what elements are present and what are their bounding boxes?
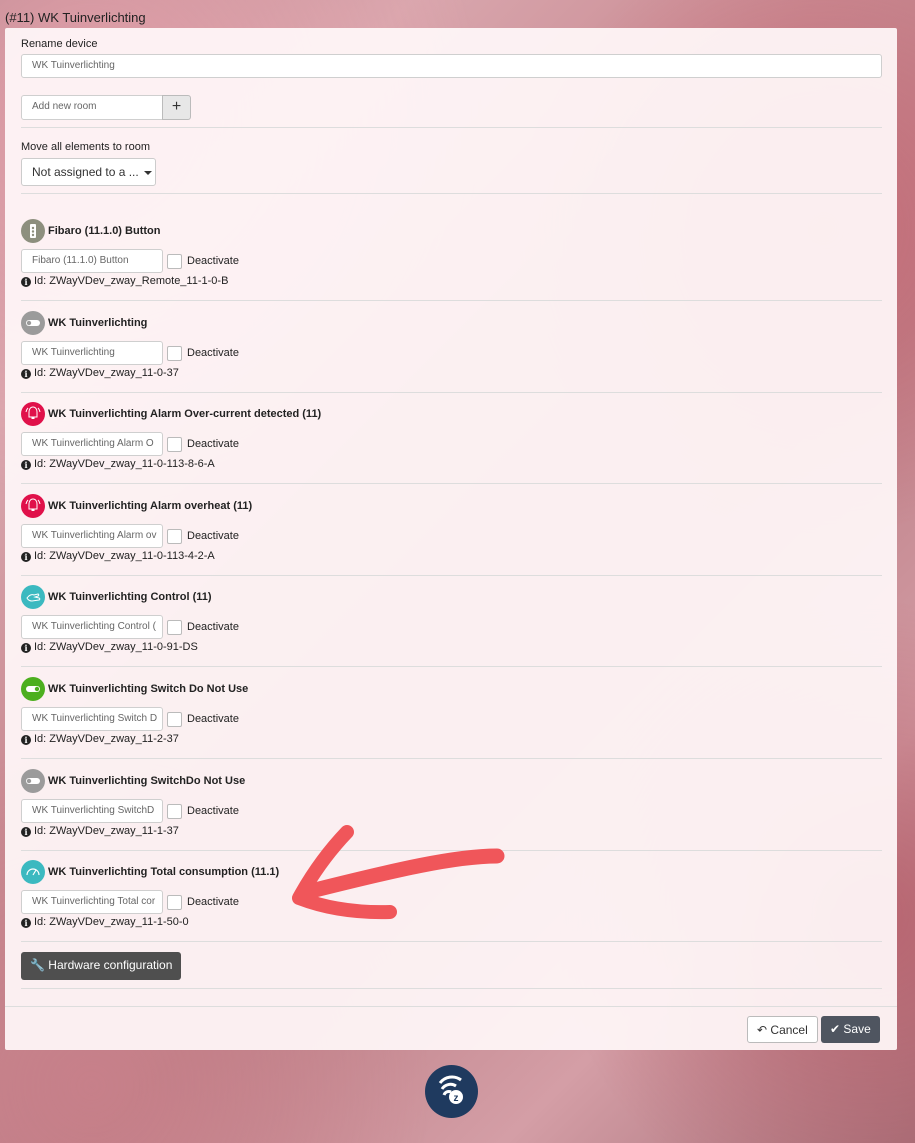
device-name-input[interactable]: WK Tuinverlichting Control (	[21, 615, 163, 639]
device-id: i Id: ZWayVDev_zway_11-1-37	[21, 825, 179, 837]
deactivate-checkbox[interactable]	[167, 804, 182, 819]
info-icon: i	[21, 369, 31, 379]
deactivate-label: Deactivate	[187, 255, 239, 267]
device-name-input[interactable]: WK Tuinverlichting Alarm O	[21, 432, 163, 456]
device-name-input[interactable]: WK Tuinverlichting	[21, 341, 163, 365]
room-select-value: Not assigned to a ...	[32, 165, 139, 179]
device-title: Fibaro (11.1.0) Button	[48, 225, 161, 237]
device-name-input[interactable]: WK Tuinverlichting Alarm ov	[21, 524, 163, 548]
device-name-input[interactable]: WK Tuinverlichting SwitchD	[21, 799, 163, 823]
deactivate-checkbox[interactable]	[167, 712, 182, 727]
info-icon: i	[21, 643, 31, 653]
deactivate-label: Deactivate	[187, 805, 239, 817]
footer-divider	[5, 1006, 897, 1007]
divider	[21, 193, 882, 194]
device-name-input[interactable]: Fibaro (11.1.0) Button	[21, 249, 163, 273]
zway-logo-icon: z	[425, 1065, 478, 1118]
deactivate-label: Deactivate	[187, 347, 239, 359]
device-id: i Id: ZWayVDev_zway_11-0-91-DS	[21, 641, 198, 653]
meter-icon	[21, 860, 45, 884]
control-hand-icon	[21, 585, 45, 609]
rename-device-input[interactable]: WK Tuinverlichting	[21, 54, 882, 78]
window-title: (#11) WK Tuinverlichting	[5, 10, 146, 25]
deactivate-checkbox[interactable]	[167, 346, 182, 361]
device-id: i Id: ZWayVDev_zway_11-0-113-4-2-A	[21, 550, 215, 562]
info-icon: i	[21, 918, 31, 928]
deactivate-label: Deactivate	[187, 713, 239, 725]
switch-off-icon	[21, 769, 45, 793]
hardware-configuration-label: Hardware configuration	[48, 958, 173, 972]
device-title: WK Tuinverlichting Total consumption (11…	[48, 866, 280, 878]
device-id: i Id: ZWayVDev_zway_Remote_11-1-0-B	[21, 275, 228, 287]
check-icon: ✔	[830, 1022, 841, 1036]
device-title: WK Tuinverlichting Alarm overheat (11)	[48, 500, 253, 512]
annotation-arrow-icon	[292, 825, 505, 920]
cancel-label: Cancel	[770, 1023, 808, 1037]
deactivate-checkbox[interactable]	[167, 529, 182, 544]
room-select[interactable]: Not assigned to a ...	[21, 158, 156, 186]
move-room-label: Move all elements to room	[21, 141, 150, 153]
device-id-text: Id: ZWayVDev_zway_11-0-113-8-6-A	[34, 458, 215, 470]
divider	[21, 758, 882, 759]
device-id-text: Id: ZWayVDev_zway_11-1-50-0	[34, 916, 189, 928]
device-name-input[interactable]: WK Tuinverlichting Switch D	[21, 707, 163, 731]
switch-on-icon	[21, 677, 45, 701]
save-button[interactable]: ✔ Save	[821, 1016, 880, 1043]
add-room-input[interactable]: Add new room	[21, 95, 163, 120]
divider	[21, 392, 882, 393]
alarm-icon	[21, 494, 45, 518]
deactivate-label: Deactivate	[187, 896, 239, 908]
divider	[21, 988, 882, 989]
divider	[21, 666, 882, 667]
hardware-configuration-button[interactable]: 🔧 Hardware configuration	[21, 952, 182, 980]
device-id: i Id: ZWayVDev_zway_11-1-50-0	[21, 916, 189, 928]
divider	[21, 941, 882, 942]
device-id-text: Id: ZWayVDev_zway_Remote_11-1-0-B	[34, 275, 229, 287]
device-title: WK Tuinverlichting	[48, 317, 148, 329]
deactivate-checkbox[interactable]	[167, 437, 182, 452]
device-title: WK Tuinverlichting Switch Do Not Use	[48, 683, 249, 695]
device-id-text: Id: ZWayVDev_zway_11-0-91-DS	[34, 641, 198, 653]
divider	[21, 483, 882, 484]
svg-text:z: z	[454, 1093, 459, 1104]
deactivate-checkbox[interactable]	[167, 620, 182, 635]
device-name-input[interactable]: WK Tuinverlichting Total cor	[21, 890, 163, 914]
cancel-button[interactable]: ↶ Cancel	[747, 1016, 818, 1043]
deactivate-label: Deactivate	[187, 438, 239, 450]
device-id: i Id: ZWayVDev_zway_11-0-113-8-6-A	[21, 458, 215, 470]
device-id: i Id: ZWayVDev_zway_11-0-37	[21, 367, 179, 379]
device-title: WK Tuinverlichting SwitchDo Not Use	[48, 775, 246, 787]
info-icon: i	[21, 827, 31, 837]
info-icon: i	[21, 460, 31, 470]
deactivate-label: Deactivate	[187, 530, 239, 542]
deactivate-label: Deactivate	[187, 621, 239, 633]
divider	[21, 300, 882, 301]
deactivate-checkbox[interactable]	[167, 895, 182, 910]
wrench-icon: 🔧	[30, 958, 45, 972]
alarm-icon	[21, 402, 45, 426]
device-id: i Id: ZWayVDev_zway_11-2-37	[21, 733, 179, 745]
undo-icon: ↶	[757, 1023, 768, 1037]
device-id-text: Id: ZWayVDev_zway_11-2-37	[34, 733, 179, 745]
device-title: WK Tuinverlichting Control (11)	[48, 591, 212, 603]
device-id-text: Id: ZWayVDev_zway_11-1-37	[34, 825, 179, 837]
info-icon: i	[21, 552, 31, 562]
device-id-text: Id: ZWayVDev_zway_11-0-37	[34, 367, 179, 379]
device-title: WK Tuinverlichting Alarm Over-current de…	[48, 408, 322, 420]
rename-label: Rename device	[21, 38, 98, 50]
info-icon: i	[21, 735, 31, 745]
info-icon: i	[21, 277, 31, 287]
save-label: Save	[843, 1022, 871, 1036]
divider	[21, 575, 882, 576]
remote-button-icon	[21, 219, 45, 243]
switch-off-icon	[21, 311, 45, 335]
divider	[21, 127, 882, 128]
add-room-button[interactable]: +	[162, 95, 191, 120]
device-id-text: Id: ZWayVDev_zway_11-0-113-4-2-A	[34, 550, 215, 562]
deactivate-checkbox[interactable]	[167, 254, 182, 269]
caret-down-icon	[143, 170, 152, 175]
